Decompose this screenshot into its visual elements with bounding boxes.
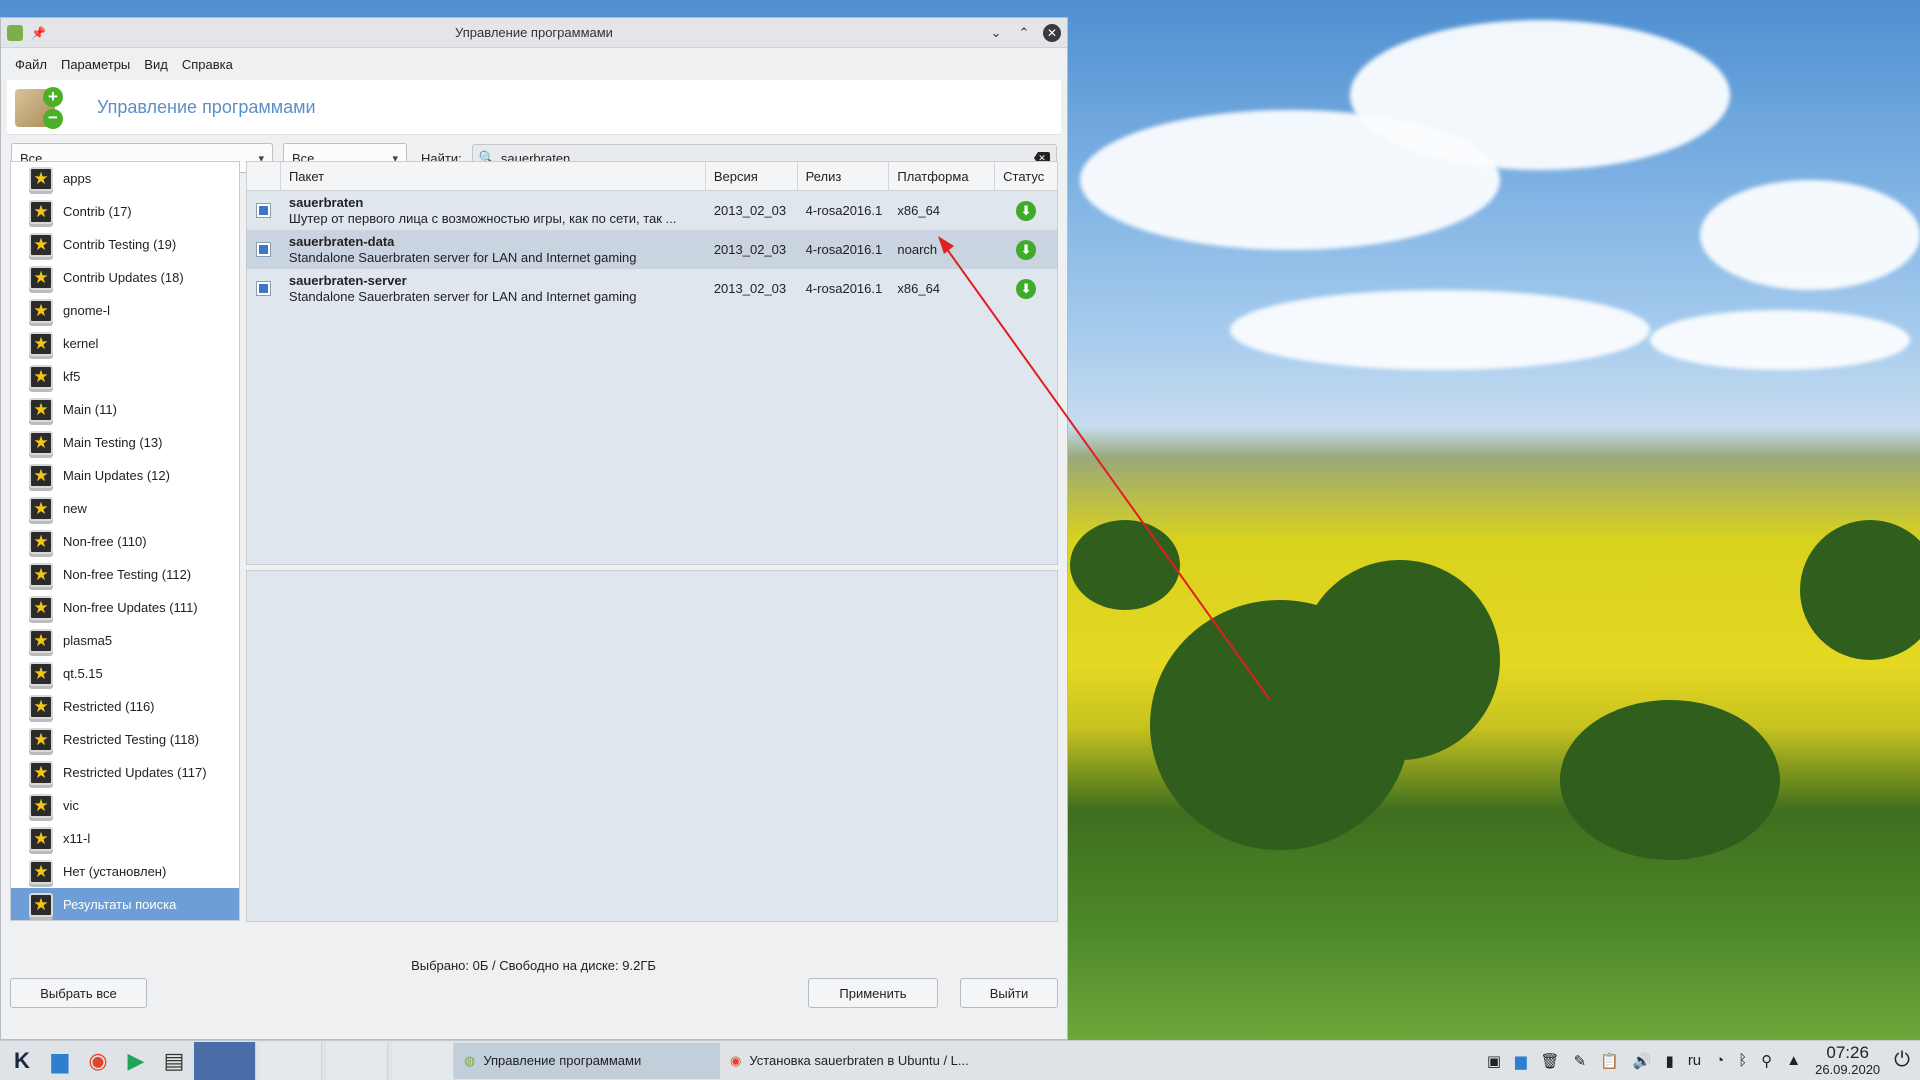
task-software-manager[interactable]: ◍ Управление программами bbox=[454, 1042, 720, 1079]
wifi-icon[interactable]: ◔ bbox=[1715, 1052, 1724, 1069]
battery-icon[interactable]: ▮ bbox=[1666, 1052, 1674, 1070]
network-icon[interactable]: ⚲ bbox=[1761, 1052, 1772, 1070]
terminal-icon[interactable]: ▤ bbox=[158, 1045, 190, 1077]
task-browser[interactable]: ◉ Установка sauerbraten в Ubuntu / L... bbox=[720, 1043, 986, 1079]
system-tray: ▣ ▆ 🗑 ✎ 📋 🔊 ▮ ru ◔ ᛒ ⚲ ▲ 07:26 26.09.202… bbox=[1487, 1044, 1920, 1078]
power-icon[interactable]: ⏻ bbox=[1894, 1049, 1910, 1072]
clock-date: 26.09.2020 bbox=[1815, 1061, 1881, 1077]
desktop-pager-1[interactable] bbox=[194, 1041, 256, 1080]
maximize-icon[interactable]: ⌃ bbox=[1015, 24, 1033, 42]
k-menu-icon[interactable]: K bbox=[6, 1045, 38, 1077]
expand-tray-icon[interactable]: ▲ bbox=[1786, 1052, 1801, 1069]
trash-icon[interactable]: 🗑 bbox=[1541, 1052, 1560, 1070]
desktop-pager-3[interactable] bbox=[326, 1041, 388, 1080]
folder-icon[interactable]: ▆ bbox=[1515, 1052, 1527, 1070]
chrome-icon: ◉ bbox=[730, 1052, 742, 1068]
software-manager-icon: ◍ bbox=[464, 1052, 476, 1068]
task-label: Управление программами bbox=[483, 1053, 642, 1068]
minimize-icon[interactable]: ⌄ bbox=[987, 24, 1005, 42]
window-list-icon[interactable]: ▣ bbox=[1487, 1052, 1501, 1070]
notes-icon[interactable]: ✎ bbox=[1574, 1052, 1587, 1070]
chrome-icon[interactable]: ◉ bbox=[82, 1045, 114, 1077]
bluetooth-icon[interactable]: ᛒ bbox=[1738, 1052, 1747, 1069]
task-label: Установка sauerbraten в Ubuntu / L... bbox=[749, 1053, 969, 1068]
clock[interactable]: 07:26 26.09.2020 bbox=[1815, 1044, 1880, 1078]
volume-icon[interactable]: 🔊 bbox=[1633, 1052, 1652, 1070]
close-icon[interactable]: ✕ bbox=[1043, 23, 1061, 42]
keyboard-layout[interactable]: ru bbox=[1688, 1052, 1701, 1069]
taskbar: K ▆ ◉ ▶ ▤ ◍ Управление программами ◉ Уст… bbox=[0, 1040, 1920, 1080]
file-manager-icon[interactable]: ▆ bbox=[44, 1045, 76, 1077]
media-player-icon[interactable]: ▶ bbox=[120, 1045, 152, 1077]
annotation-arrow bbox=[938, 236, 1271, 701]
desktop-pager-4[interactable] bbox=[392, 1041, 454, 1080]
desktop-pager-2[interactable] bbox=[260, 1041, 322, 1080]
clipboard-icon[interactable]: 📋 bbox=[1600, 1052, 1619, 1070]
clock-time: 07:26 bbox=[1826, 1042, 1869, 1062]
